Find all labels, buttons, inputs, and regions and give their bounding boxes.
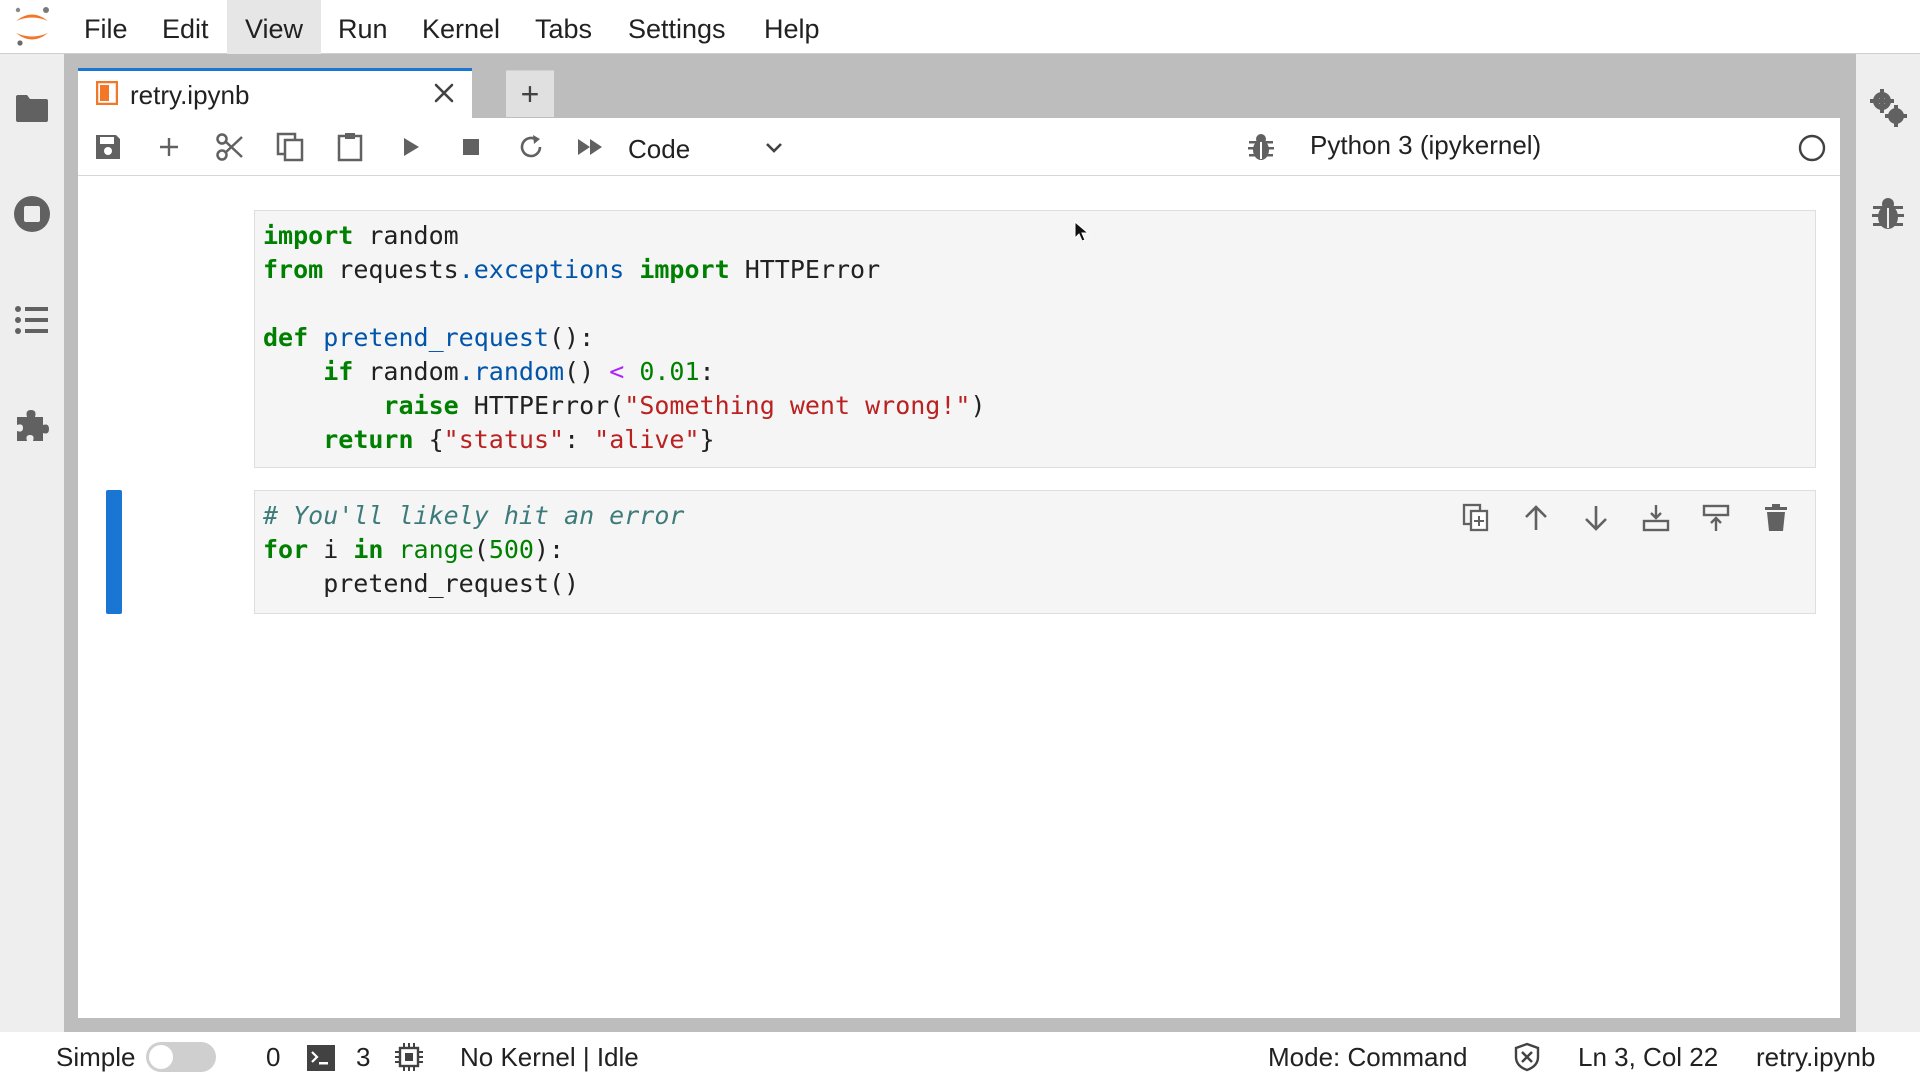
folder-icon [16, 95, 48, 122]
cell-editor[interactable]: import random from requests.exceptions i… [254, 210, 1816, 468]
property-inspector-button[interactable] [1864, 84, 1912, 132]
stop-icon [463, 139, 479, 155]
simple-mode-label: Simple [56, 1042, 136, 1072]
trash-icon [1765, 504, 1787, 531]
run-button[interactable] [395, 131, 427, 163]
menu-edit[interactable]: Edit [144, 0, 227, 54]
close-icon[interactable] [430, 79, 458, 107]
move-cell-up-button[interactable] [1518, 500, 1554, 536]
status-bar: Simple 0 3 No Kernel | Idle Mode: Comman… [0, 1032, 1920, 1080]
new-tab-button[interactable]: + [506, 70, 554, 117]
table-of-contents-icon [15, 306, 48, 334]
delete-cell-button[interactable] [1758, 500, 1794, 536]
shield-icon[interactable] [1512, 1042, 1542, 1072]
plus-icon: + [520, 75, 540, 112]
code-cell[interactable]: [1]: import random from requests.excepti… [78, 210, 1840, 468]
notebook-icon [96, 81, 118, 105]
menu-file[interactable]: File [66, 0, 146, 54]
menu-bar: File Edit View Run Kernel Tabs Settings … [0, 0, 1920, 54]
cursor-position[interactable]: Ln 3, Col 22 [1578, 1042, 1718, 1073]
mode-indicator: Mode: Command [1268, 1042, 1468, 1072]
interrupt-button[interactable] [455, 131, 487, 163]
jupyter-logo-icon [15, 7, 49, 46]
table-of-contents-button[interactable] [8, 296, 56, 344]
main-dock-area: retry.ipynb + Code Python 3 (ipykernel) … [64, 54, 1856, 1032]
tab-bar: retry.ipynb + [64, 54, 1856, 118]
notebook-toolbar: Code Python 3 (ipykernel) [78, 118, 1840, 176]
add-cell-icon [160, 138, 178, 156]
notebook-panel: Code Python 3 (ipykernel) [1]: [78, 118, 1840, 1018]
toggle-knob [149, 1045, 173, 1069]
cell-type-dropdown[interactable]: Code [628, 127, 788, 167]
restart-icon [520, 135, 542, 158]
insert-cell-button[interactable] [153, 131, 185, 163]
file-browser-button[interactable] [8, 84, 56, 132]
insert-below-icon [1642, 505, 1670, 532]
kernel-status-text[interactable]: No Kernel | Idle [460, 1042, 639, 1073]
extensions-icon [17, 410, 49, 441]
paste-button[interactable] [334, 131, 366, 163]
menu-view[interactable]: View [227, 0, 322, 54]
move-cell-down-button[interactable] [1578, 500, 1614, 536]
mouse-cursor-icon [1074, 221, 1090, 242]
kernel-chip-icon[interactable] [394, 1042, 424, 1072]
save-button[interactable] [92, 131, 124, 163]
menu-kernel[interactable]: Kernel [404, 0, 518, 54]
terminal-icon[interactable] [306, 1044, 336, 1072]
right-sidebar [1856, 54, 1920, 1032]
extensions-button[interactable] [8, 402, 56, 450]
debugger-icon [1872, 198, 1904, 229]
insert-cell-below-button[interactable] [1638, 500, 1674, 536]
menu-help[interactable]: Help [746, 0, 838, 54]
debugger-button[interactable] [1864, 190, 1912, 238]
file-name-status[interactable]: retry.ipynb [1756, 1042, 1875, 1073]
menu-run[interactable]: Run [320, 0, 406, 54]
run-all-button[interactable] [575, 131, 607, 163]
copy-icon [276, 132, 304, 162]
restart-button[interactable] [515, 131, 547, 163]
running-kernels-button[interactable] [8, 190, 56, 238]
run-all-icon [578, 139, 602, 155]
cell-type-label: Code [628, 134, 691, 164]
tab-label: retry.ipynb [130, 80, 250, 110]
menu-settings[interactable]: Settings [610, 0, 744, 54]
active-cell-indicator [106, 490, 122, 614]
simple-mode-toggle[interactable] [146, 1042, 216, 1072]
tab-retry-ipynb[interactable]: retry.ipynb [78, 68, 472, 118]
code-cell-active[interactable]: [ ]: # You'll likely hit an error for i … [78, 490, 1840, 614]
cut-icon [216, 133, 243, 161]
property-inspector-icon [1870, 89, 1907, 127]
kernel-status-circle-icon [1798, 134, 1826, 162]
arrow-up-icon [1525, 505, 1547, 530]
running-kernels-icon [14, 196, 50, 232]
left-sidebar [0, 54, 64, 1032]
menu-tabs[interactable]: Tabs [517, 0, 610, 54]
save-icon [96, 135, 120, 159]
cell-code: import random from requests.exceptions i… [263, 221, 986, 454]
duplicate-icon [1462, 503, 1489, 532]
run-icon [404, 138, 419, 156]
insert-above-icon [1702, 504, 1730, 531]
cut-button[interactable] [214, 131, 246, 163]
terminals-count[interactable]: 0 [266, 1042, 280, 1073]
bug-icon[interactable] [1246, 132, 1276, 162]
cell-action-toolbar [1458, 500, 1788, 540]
arrow-down-icon [1585, 506, 1607, 531]
kernel-name-button[interactable]: Python 3 (ipykernel) [1310, 130, 1541, 161]
paste-icon [337, 133, 363, 162]
copy-button[interactable] [274, 131, 306, 163]
insert-cell-above-button[interactable] [1698, 500, 1734, 536]
chevron-down-icon [766, 143, 782, 153]
kernels-count[interactable]: 3 [356, 1042, 370, 1073]
duplicate-cell-button[interactable] [1458, 500, 1494, 536]
